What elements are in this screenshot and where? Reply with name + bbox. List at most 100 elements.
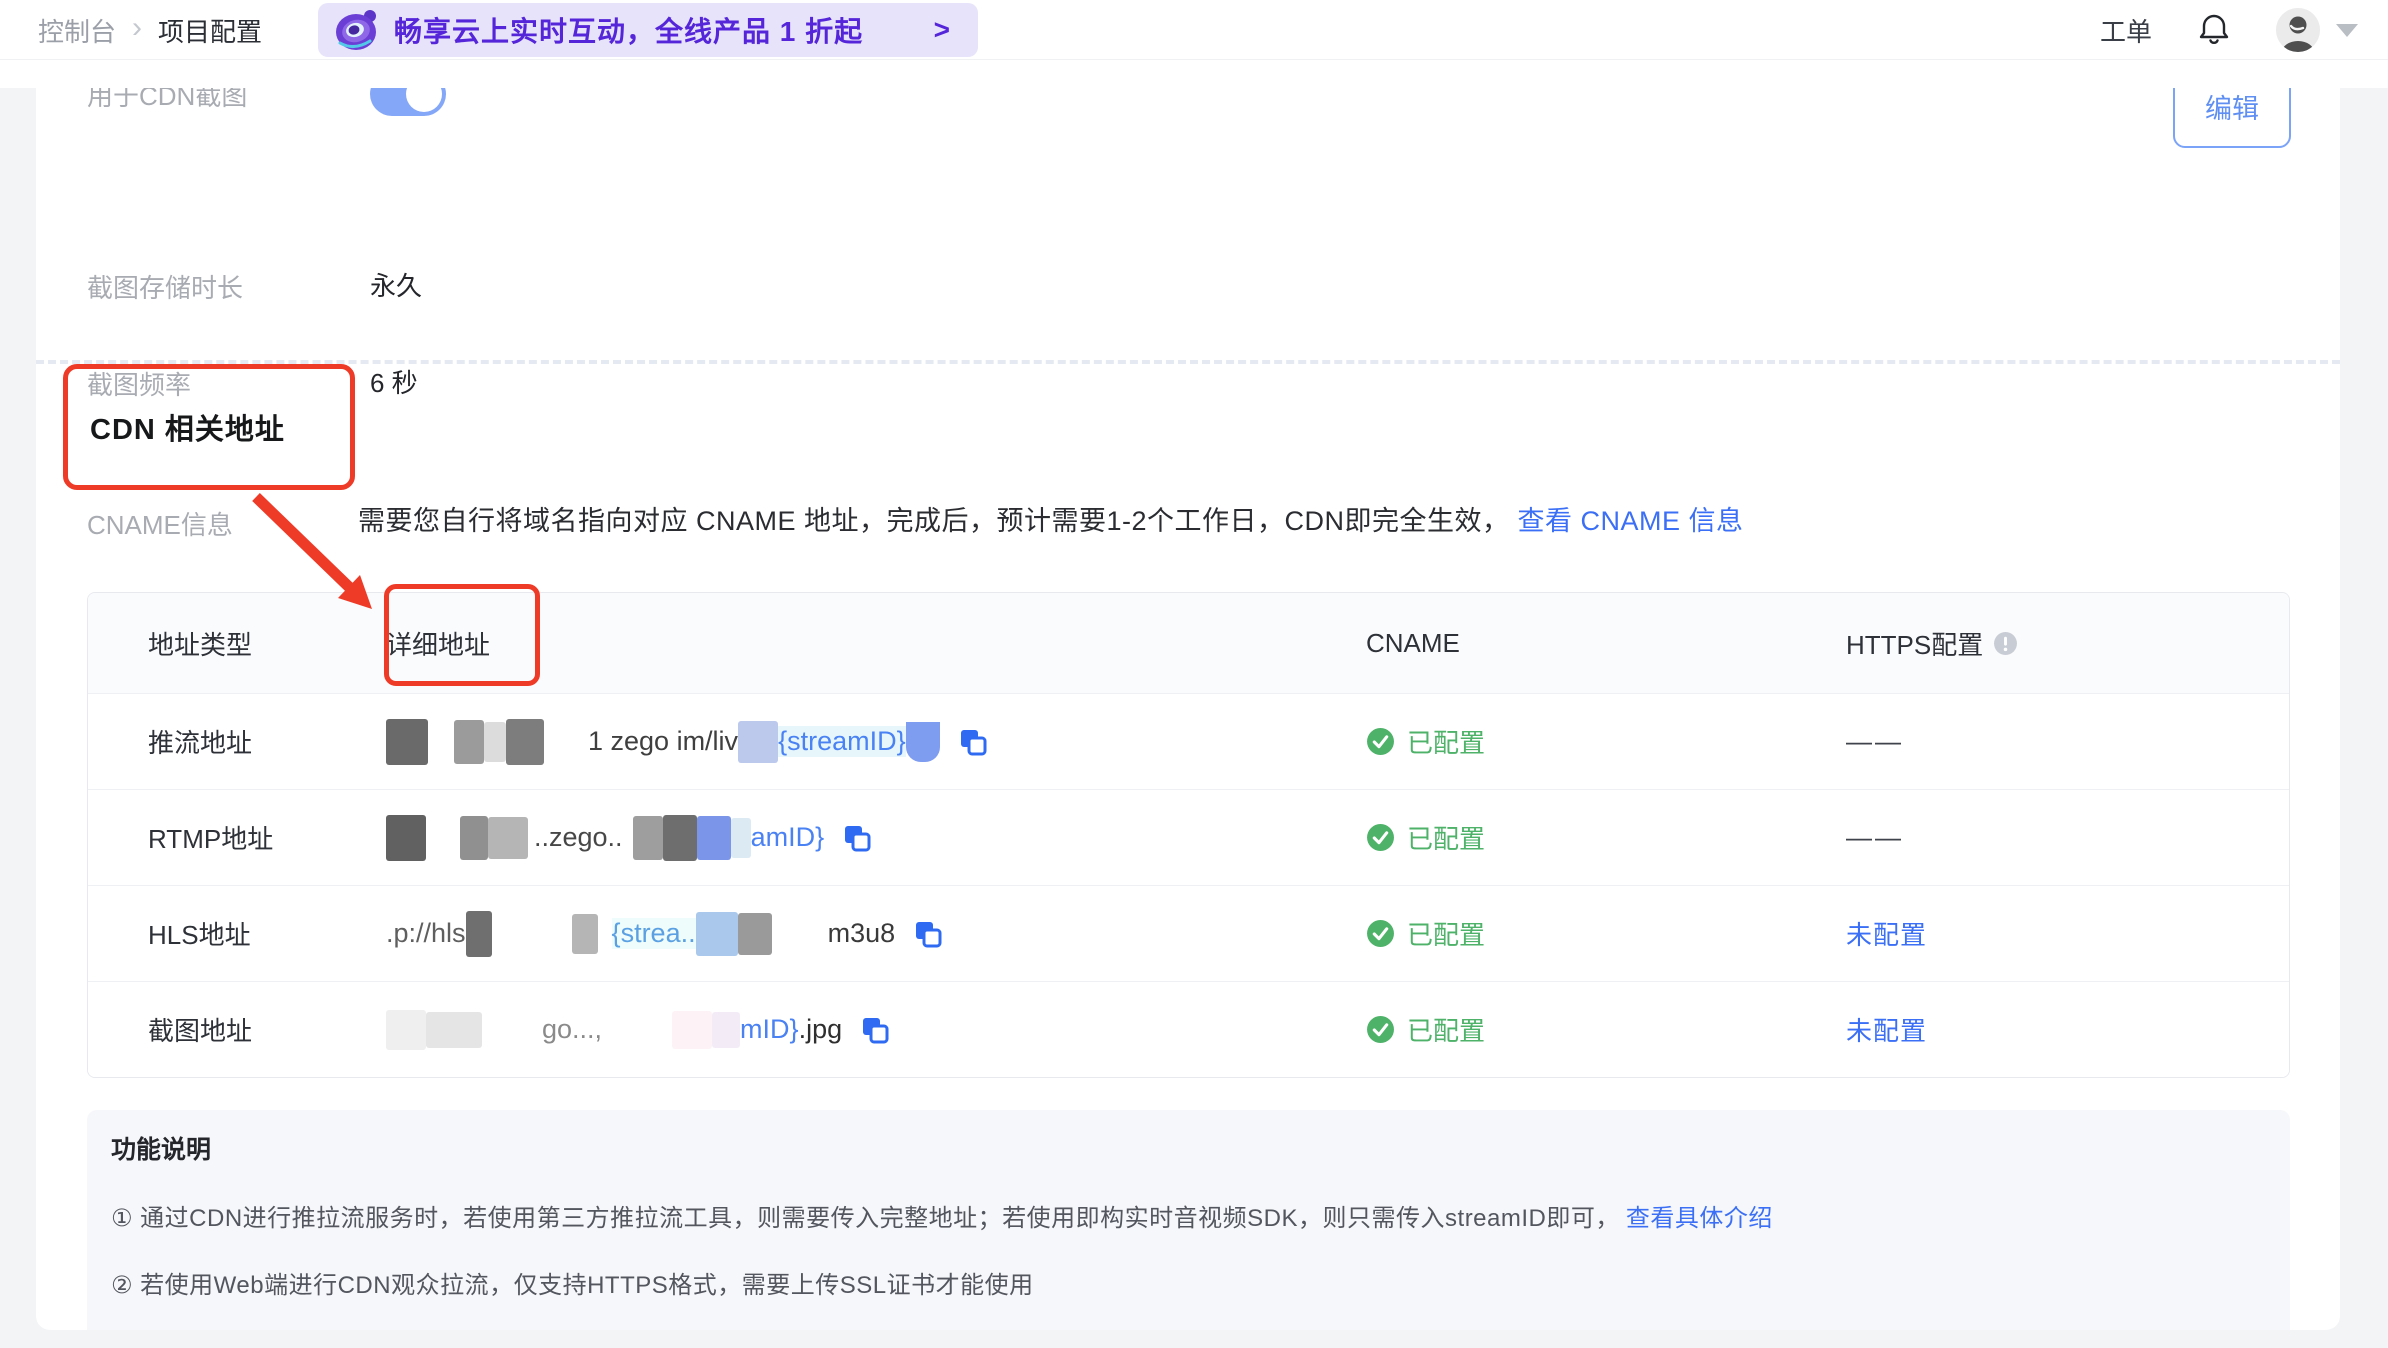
redacted-block: [386, 1009, 426, 1050]
address-type: RTMP地址: [148, 824, 274, 854]
check-circle-icon: [1367, 1016, 1394, 1043]
breadcrumb: 控制台 › 项目配置: [38, 0, 262, 60]
redacted-block: [488, 816, 528, 859]
redacted-block: [730, 817, 751, 858]
redacted-block: [506, 718, 544, 765]
redacted-block: [712, 1011, 741, 1048]
detail-address: 1 zego im/liv {streamID}: [386, 718, 1366, 765]
promo-banner[interactable]: 畅享云上实时互动，全线产品 1 折起 >: [318, 3, 978, 57]
copy-icon[interactable]: [958, 727, 988, 757]
copy-icon[interactable]: [842, 823, 872, 853]
url-fragment: amID}: [750, 822, 825, 852]
detail-address: go..., mID} .jpg: [386, 1009, 1366, 1050]
check-circle-icon: [1367, 824, 1394, 851]
url-fragment: ..zego..: [534, 822, 623, 852]
redacted-block: [460, 815, 488, 860]
redacted-block: [672, 1010, 713, 1049]
redacted-block: [426, 1011, 482, 1048]
chevron-down-icon[interactable]: [2336, 23, 2358, 37]
redacted-block: [632, 815, 663, 860]
view-cname-link[interactable]: 查看 CNAME 信息: [1518, 506, 1744, 536]
col-header-address-type: 地址类型: [148, 629, 253, 660]
copy-icon[interactable]: [913, 919, 943, 949]
cname-status: 已配置: [1366, 819, 1846, 856]
detail-address: ..zego.. amID}: [386, 814, 1366, 861]
cname-info-text: 需要您自行将域名指向对应 CNAME 地址，完成后，预计需要1-2个工作日，CD…: [358, 506, 1744, 536]
col-header-cname: CNAME: [1366, 627, 1460, 658]
snapshot-frequency-label: 截图频率: [87, 370, 192, 400]
header-lower-strip: [0, 60, 2388, 88]
project-config-card: 用于CDN截图 编辑 截图存储时长 永久 截图频率 6 秒 CDN 相关地址 C…: [36, 88, 2340, 1330]
promo-arrow-icon: >: [933, 14, 950, 45]
note-line-1: ① 通过CDN进行推拉流服务时，若使用第三方推拉流工具，则需要传入完整地址；若使…: [111, 1205, 1773, 1232]
table-row: 推流地址 1 zego im/liv {streamID} 已配置 ——: [88, 693, 2289, 789]
table-row: HLS地址 .p://hls {strea.. m3u8 已配置 未配置: [88, 885, 2289, 981]
top-header-bar: 控制台 › 项目配置 畅享云上实时互动，全线产品 1 折起 > 工单: [0, 0, 2388, 60]
redacted-block: [737, 912, 772, 955]
view-details-link[interactable]: 查看具体介绍: [1626, 1205, 1773, 1232]
copy-icon[interactable]: [860, 1015, 890, 1045]
url-fragment: .p://hls: [386, 918, 466, 948]
cdn-snapshot-toggle[interactable]: [370, 88, 446, 116]
notification-bell-icon[interactable]: [2196, 12, 2232, 48]
notes-title: 功能说明: [111, 1136, 212, 1164]
url-fragment: mID}: [740, 1014, 799, 1044]
avatar[interactable]: [2276, 8, 2320, 52]
mascot-icon: [336, 10, 376, 50]
ticket-link[interactable]: 工单: [2100, 12, 2152, 49]
redacted-block: [905, 721, 940, 762]
redacted-block: [662, 814, 697, 861]
redacted-block: [695, 911, 738, 956]
url-fragment: {strea..: [611, 918, 696, 949]
cdn-section-title: CDN 相关地址: [90, 414, 285, 446]
https-status: ——: [1846, 726, 1904, 756]
cdn-address-table: 地址类型 详细地址 CNAME HTTPS配置 推流地址 1 zego im/li…: [87, 592, 2290, 1078]
table-row: 截图地址 go..., mID} .jpg 已配置 未配置: [88, 981, 2289, 1077]
redacted-block: [696, 815, 731, 860]
https-status[interactable]: 未配置: [1846, 920, 1927, 950]
url-fragment: {streamID}: [778, 726, 906, 757]
breadcrumb-console[interactable]: 控制台: [38, 12, 116, 49]
url-fragment: 1 zego im/liv: [588, 726, 739, 756]
table-header-row: 地址类型 详细地址 CNAME HTTPS配置: [88, 593, 2289, 693]
redacted-block: [571, 913, 598, 954]
cname-status: 已配置: [1366, 723, 1846, 760]
snapshot-storage-value: 永久: [370, 271, 423, 301]
note-line-2: ② 若使用Web端进行CDN观众拉流，仅支持HTTPS格式，需要上传SSL证书才…: [111, 1272, 1034, 1299]
redacted-block: [738, 720, 779, 763]
url-fragment: .jpg: [798, 1014, 843, 1044]
info-icon[interactable]: [1993, 631, 2018, 656]
table-row: RTMP地址 ..zego.. amID} 已配置 ——: [88, 789, 2289, 885]
edit-button[interactable]: 编辑: [2173, 88, 2291, 148]
redacted-block: [386, 814, 426, 861]
cname-info-label: CNAME信息: [87, 510, 233, 540]
toggle-knob: [406, 88, 442, 112]
check-circle-icon: [1367, 728, 1394, 755]
detail-address: .p://hls {strea.. m3u8: [386, 910, 1366, 957]
col-header-https: HTTPS配置: [1846, 625, 2289, 662]
col-header-detail-address: 详细地址: [386, 629, 491, 660]
breadcrumb-separator-icon: ›: [132, 11, 143, 44]
user-menu[interactable]: [2276, 8, 2358, 52]
snapshot-frequency-value: 6 秒: [370, 368, 418, 398]
redacted-block: [454, 719, 484, 764]
redacted-block: [465, 910, 492, 957]
redacted-block: [386, 718, 428, 765]
feature-notes-panel: 功能说明 ① 通过CDN进行推拉流服务时，若使用第三方推拉流工具，则需要传入完整…: [87, 1110, 2290, 1330]
address-type: 截图地址: [148, 1016, 253, 1046]
cname-status: 已配置: [1366, 915, 1846, 952]
address-type: HLS地址: [148, 920, 251, 950]
url-fragment: go...,: [542, 1014, 603, 1044]
check-circle-icon: [1367, 920, 1394, 947]
cdn-snapshot-label: 用于CDN截图: [87, 88, 248, 111]
address-type: 推流地址: [148, 728, 253, 758]
redacted-block: [484, 721, 506, 762]
https-status: ——: [1846, 822, 1904, 852]
section-divider: [36, 360, 2340, 364]
cname-status: 已配置: [1366, 1011, 1846, 1048]
breadcrumb-project-config: 项目配置: [158, 16, 263, 47]
url-fragment: m3u8: [827, 918, 896, 948]
https-status[interactable]: 未配置: [1846, 1016, 1927, 1046]
promo-banner-text: 畅享云上实时互动，全线产品 1 折起: [394, 16, 864, 47]
snapshot-storage-label: 截图存储时长: [87, 273, 244, 303]
